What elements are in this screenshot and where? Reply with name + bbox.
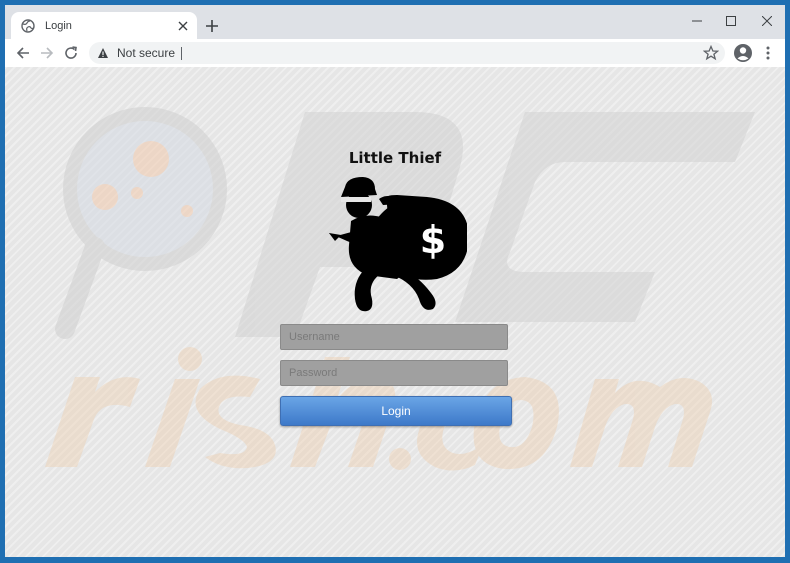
arrow-left-icon[interactable]: [13, 43, 33, 63]
star-icon[interactable]: [703, 45, 719, 61]
text-cursor: [181, 46, 183, 60]
minimize-icon[interactable]: [685, 10, 709, 32]
warning-triangle-icon: [98, 48, 108, 58]
plus-icon[interactable]: [203, 17, 221, 35]
browser-toolbar: Not secure: [5, 39, 785, 67]
browser-window: Login Not secure Little Thief $ Username…: [5, 5, 785, 557]
security-label[interactable]: Not secure: [117, 46, 175, 60]
thief-with-money-bag-icon: $: [329, 177, 467, 312]
password-field[interactable]: [280, 360, 508, 386]
reload-icon[interactable]: [61, 43, 81, 63]
tab-login[interactable]: Login: [11, 12, 197, 39]
tab-strip: Login: [5, 5, 785, 39]
tab-close-icon[interactable]: [175, 18, 191, 34]
svg-text:$: $: [420, 218, 446, 262]
account-circle-icon[interactable]: [733, 43, 753, 63]
arrow-right-icon[interactable]: [37, 43, 57, 63]
login-button[interactable]: Login: [280, 396, 512, 426]
page-viewport: Little Thief $ Login: [5, 67, 785, 557]
site-title: Little Thief: [348, 149, 442, 167]
kebab-menu-icon[interactable]: [761, 44, 775, 62]
maximize-icon[interactable]: [719, 10, 743, 32]
window-close-icon[interactable]: [755, 10, 779, 32]
username-field[interactable]: [280, 324, 508, 350]
address-bar[interactable]: Not secure: [89, 42, 725, 64]
globe-icon: [21, 18, 35, 33]
tab-title: Login: [45, 19, 72, 32]
